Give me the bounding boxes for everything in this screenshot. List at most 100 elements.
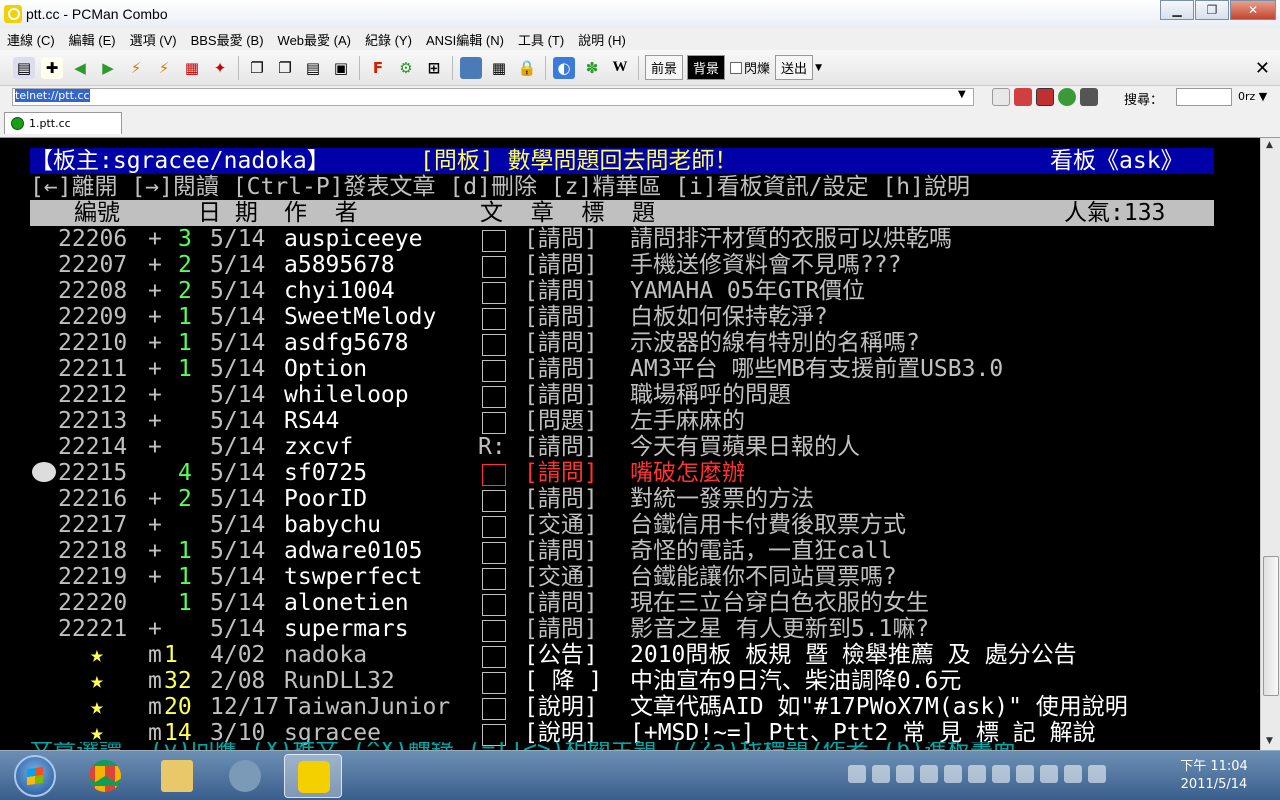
post-date: 5/14 bbox=[210, 486, 266, 512]
close-connection-icon[interactable]: ▦ bbox=[181, 57, 203, 79]
security-icon[interactable] bbox=[920, 765, 938, 783]
folder-icon bbox=[161, 760, 193, 792]
volume-icon[interactable] bbox=[1088, 765, 1106, 783]
lock-icon[interactable]: 🔒 bbox=[516, 57, 538, 79]
menu-connection[interactable]: 連線 (C) bbox=[0, 30, 62, 49]
disconnect-icon[interactable]: ⚡ bbox=[153, 57, 175, 79]
console-icon[interactable] bbox=[1080, 88, 1098, 106]
web-icon[interactable] bbox=[1058, 88, 1076, 106]
screen-icon[interactable] bbox=[460, 56, 482, 79]
paste-icon[interactable]: ▤ bbox=[302, 57, 324, 79]
post-row[interactable]: 22217 +5/14 babychu [交通] 台鐵信用卡付費後取票方式 bbox=[0, 512, 1260, 538]
post-row[interactable]: 22219 +1 5/14 tswperfect [交通] 台鐵能讓你不同站買票嗎? bbox=[0, 564, 1260, 590]
pin-icon[interactable]: ✦ bbox=[209, 57, 231, 79]
help-icon[interactable] bbox=[872, 765, 890, 783]
font-icon[interactable]: F bbox=[367, 57, 389, 79]
copy-icon[interactable]: ❐ bbox=[246, 57, 268, 79]
post-row[interactable]: 22210 +1 5/14 asdfg5678 [請問] 示波器的線有特別的名稱嗎? bbox=[0, 330, 1260, 356]
post-row[interactable]: 22214 +5/14 zxcvf R: [請問] 今天有買蘋果日報的人 bbox=[0, 434, 1260, 460]
scroll-up-icon[interactable]: ▲ bbox=[1266, 140, 1273, 150]
clock[interactable]: 下午 11:04 2011/5/14 bbox=[1166, 758, 1262, 794]
post-flag: + bbox=[148, 486, 162, 512]
scroll-down-icon[interactable]: ▼ bbox=[1266, 736, 1273, 746]
post-row[interactable]: 22213 +5/14 RS44 [問題] 左手麻麻的 bbox=[0, 408, 1260, 434]
pinned-row[interactable]: ★ m 1 4/02 nadoka [公告] 2010問板 板規 暨 檢舉推薦 及 處分公告 bbox=[0, 642, 1260, 668]
post-flag: + bbox=[148, 512, 162, 538]
bbs-terminal[interactable]: 【板主:sgracee/nadoka】 [問板] 數學問題回去問老師！ 看板《a… bbox=[0, 138, 1260, 750]
menu-options[interactable]: 選項 (V) bbox=[123, 30, 184, 49]
checkbox-box[interactable] bbox=[730, 61, 743, 74]
favorite-icon[interactable] bbox=[1014, 88, 1032, 106]
back-arrow-icon[interactable]: ◀ bbox=[69, 57, 91, 79]
mark-box bbox=[482, 334, 506, 356]
menu-ansi-edit[interactable]: ANSI編輯 (N) bbox=[419, 30, 511, 49]
star-icon: ★ bbox=[90, 668, 104, 694]
pinned-row[interactable]: ★ m 32 2/08 RunDLL32 [ 降 ] 中油宣布9日汽、柴油調降0.6元 bbox=[0, 668, 1260, 694]
menu-log[interactable]: 紀錄 (Y) bbox=[358, 30, 419, 49]
blink-checkbox[interactable]: 閃爍 bbox=[730, 58, 770, 77]
network-icon[interactable] bbox=[1064, 765, 1082, 783]
terminal-scrollbar[interactable]: ▲ ▼ bbox=[1260, 138, 1280, 750]
post-row[interactable]: 22215 4 5/14 sf0725 [請問] 嘴破怎麼辦 bbox=[0, 460, 1260, 486]
bluetooth-icon[interactable] bbox=[968, 765, 986, 783]
flag-icon[interactable] bbox=[1040, 765, 1058, 783]
flower-icon[interactable]: ✽ bbox=[581, 57, 603, 79]
start-button-icon[interactable] bbox=[14, 755, 56, 797]
scroll-thumb[interactable] bbox=[1263, 556, 1279, 696]
post-row[interactable]: 22209 +1 5/14 SweetMelody [請問] 白板如何保持乾淨? bbox=[0, 304, 1260, 330]
pcman-icon bbox=[298, 761, 330, 793]
taskbar-explorer[interactable] bbox=[148, 754, 206, 798]
ansi-editor-icon[interactable]: ▦ bbox=[488, 57, 510, 79]
taskbar-contacts[interactable] bbox=[216, 754, 274, 798]
network-share-icon[interactable] bbox=[1016, 765, 1034, 783]
taskbar-pcman[interactable] bbox=[284, 754, 342, 798]
post-row[interactable]: 22207 +2 5/14 a5895678 [請問] 手機送修資料會不見嗎??? bbox=[0, 252, 1260, 278]
post-title: 現在三立台穿白色衣服的女生 bbox=[630, 590, 929, 616]
forward-arrow-icon[interactable]: ▶ bbox=[97, 57, 119, 79]
open-site-icon[interactable] bbox=[1036, 88, 1054, 106]
pinned-row[interactable]: ★ m 20 12/17 TaiwanJunior [說明] 文章代碼AID 如"#17PW… bbox=[0, 694, 1260, 720]
address-book-icon[interactable]: ▤ bbox=[13, 56, 35, 79]
toolbar-close-icon[interactable]: ✕ bbox=[1255, 58, 1270, 79]
search-engine-select[interactable]: 0rz ▼ bbox=[1238, 90, 1267, 103]
post-row[interactable]: 22216 +2 5/14 PoorID [請問] 對統一發票的方法 bbox=[0, 486, 1260, 512]
menu-bbs-favorites[interactable]: BBS最愛 (B) bbox=[184, 30, 271, 49]
new-tab-icon[interactable]: ✚ bbox=[41, 56, 63, 79]
search-input[interactable] bbox=[1176, 88, 1232, 106]
send-dropdown-icon[interactable]: ▼ bbox=[815, 63, 822, 73]
keyboard-icon[interactable] bbox=[848, 765, 866, 783]
minimize-button[interactable]: ▁ bbox=[1160, 0, 1194, 20]
foreground-color-button[interactable]: 前景 bbox=[645, 55, 684, 80]
post-row[interactable]: 22206 +3 5/14 auspiceeye [請問] 請問排汗材質的衣服可以烘乾嗎 bbox=[0, 226, 1260, 252]
url-input[interactable]: telnet://ptt.cc bbox=[12, 88, 974, 106]
menu-bar: 連線 (C) 編輯 (E) 選項 (V) BBS最愛 (B) Web最愛 (A)… bbox=[0, 28, 1280, 50]
fit-window-icon[interactable]: ⊞ bbox=[423, 57, 445, 79]
view-source-icon[interactable]: ▣ bbox=[330, 57, 352, 79]
menu-web-favorites[interactable]: Web最愛 (A) bbox=[271, 30, 358, 49]
background-color-button[interactable]: 背景 bbox=[687, 55, 726, 80]
pcman-logo-icon[interactable]: ◐ bbox=[553, 56, 575, 79]
close-button[interactable]: ✕ bbox=[1230, 0, 1276, 20]
wikipedia-icon[interactable]: W bbox=[609, 57, 631, 79]
settings-gear-icon[interactable]: ⚙ bbox=[395, 57, 417, 79]
post-row[interactable]: 22208 +2 5/14 chyi1004 [請問] YAMAHA 05年GTR價位 bbox=[0, 278, 1260, 304]
url-dropdown-icon[interactable]: ▼ bbox=[958, 89, 966, 100]
copy-with-color-icon[interactable]: ❐ bbox=[274, 57, 296, 79]
send-button[interactable]: 送出 bbox=[775, 55, 814, 80]
reconnect-icon[interactable]: ⚡ bbox=[125, 57, 147, 79]
post-row[interactable]: 22212 +5/14 whileloop [請問] 職場稱呼的問題 bbox=[0, 382, 1260, 408]
tray-small-icon[interactable] bbox=[896, 765, 914, 783]
menu-help[interactable]: 說明 (H) bbox=[571, 30, 633, 49]
post-row[interactable]: 22211 +1 5/14 Option [請問] AM3平台 哪些MB有支援前置USB3… bbox=[0, 356, 1260, 382]
home-icon[interactable] bbox=[992, 88, 1010, 106]
post-row[interactable]: 22221 +5/14 supermars [請問] 影音之星 有人更新到5.1嘛? bbox=[0, 616, 1260, 642]
tab-ptt[interactable]: 1.ptt.cc bbox=[4, 112, 122, 134]
usb-device-icon[interactable] bbox=[992, 765, 1010, 783]
post-row[interactable]: 22218 +1 5/14 adware0105 [請問] 奇怪的電話，一直狂call bbox=[0, 538, 1260, 564]
menu-edit[interactable]: 編輯 (E) bbox=[62, 30, 123, 49]
menu-tools[interactable]: 工具 (T) bbox=[511, 30, 571, 49]
post-row[interactable]: 22220 1 5/14 alonetien [請問] 現在三立台穿白色衣服的女生 bbox=[0, 590, 1260, 616]
taskbar-chrome[interactable] bbox=[76, 754, 134, 798]
maximize-button[interactable]: ❐ bbox=[1195, 0, 1229, 20]
messenger-icon[interactable] bbox=[944, 765, 962, 783]
